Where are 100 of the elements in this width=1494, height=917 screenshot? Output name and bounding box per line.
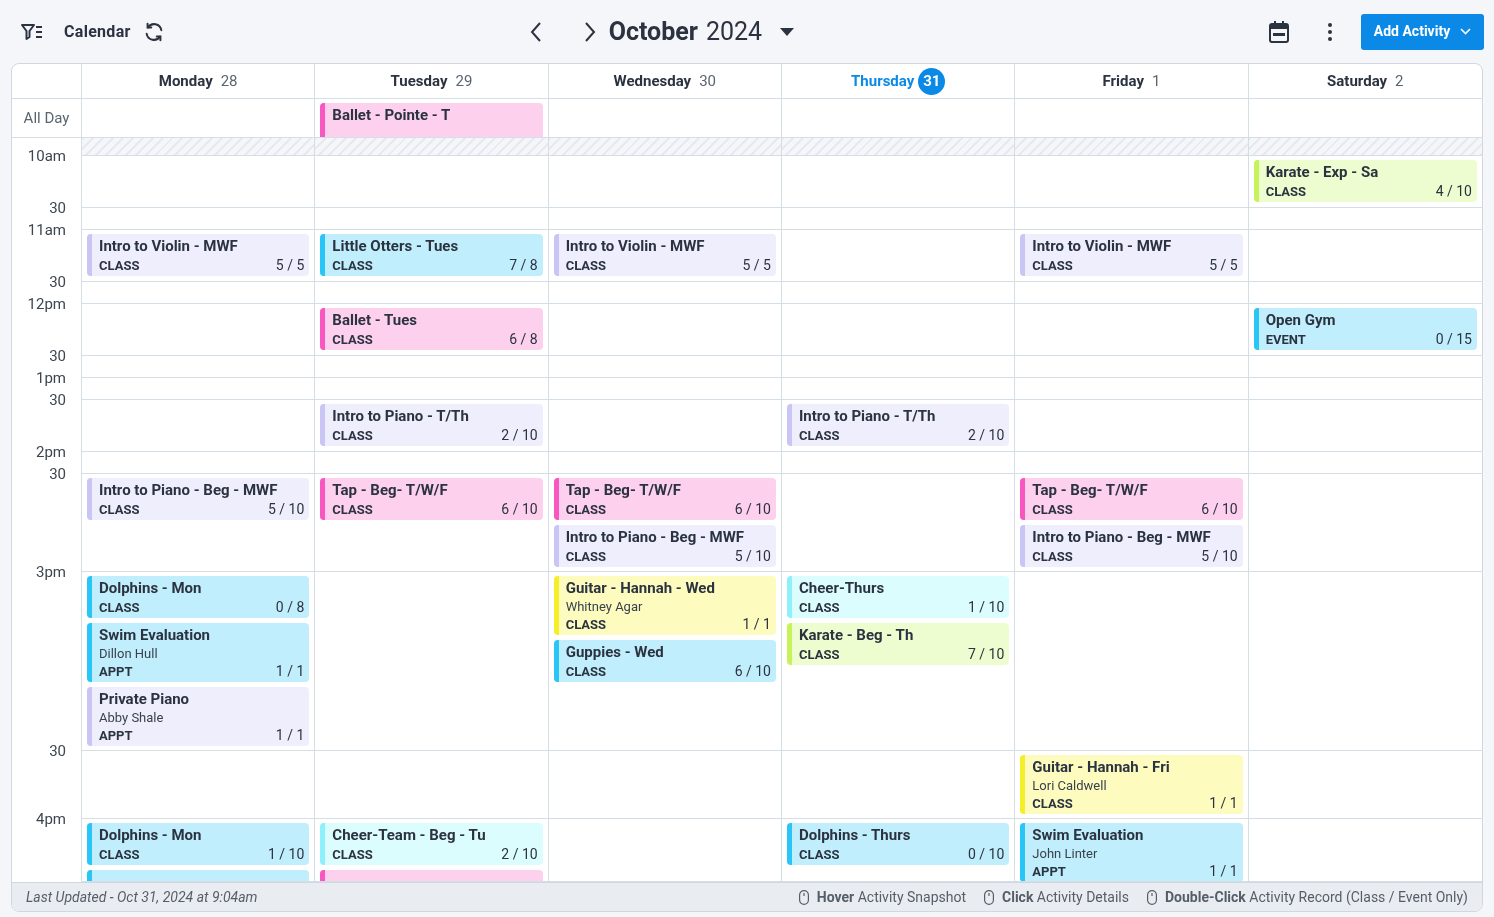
event-card[interactable]: Dolphins - Mon CLASS 0 / 8: [87, 576, 310, 618]
event-title: Guppies - Wed: [565, 642, 665, 662]
enrollment-count: 5 / 10: [1201, 547, 1238, 566]
day-header: Wednesday 30: [548, 64, 782, 99]
time-label: 3pm: [36, 563, 66, 581]
activity-type: CLASS: [332, 257, 373, 275]
event-title: Intro to Piano - T/Th: [332, 406, 470, 426]
event-title: Cheer-Thurs: [799, 578, 886, 598]
activity-type: CLASS: [99, 257, 140, 275]
event-card[interactable]: Dolphins - Thurs CLASS 0 / 10: [787, 823, 1010, 865]
event-title: Tap - Beg- T/W/F: [565, 480, 682, 500]
attendee-name: Dillon Hull: [99, 645, 159, 662]
activity-type: APPT: [99, 727, 133, 745]
hint-text: Hover Activity Snapshot: [816, 887, 966, 907]
event-card[interactable]: Tap - Beg- T/W/F CLASS 6 / 10: [320, 478, 543, 520]
event-card[interactable]: Intro to Piano - Beg - MWF CLASS 5 / 10: [87, 478, 310, 520]
event-card[interactable]: Cheer-Thurs CLASS 1 / 10: [787, 576, 1010, 618]
enrollment-count: 6 / 10: [1201, 500, 1238, 519]
enrollment-count: 0 / 8: [275, 598, 305, 617]
attendee-name: John Linter: [1032, 845, 1099, 862]
event-title: Karate - Beg - Th: [799, 625, 915, 645]
event-title: Intro to Piano - Beg - MWF: [1032, 527, 1212, 547]
activity-type: CLASS: [1265, 183, 1307, 201]
activity-type: CLASS: [1032, 501, 1073, 519]
filter-list-icon[interactable]: [20, 21, 44, 42]
event-card[interactable]: Little Otters - Tues CLASS 7 / 8: [320, 234, 543, 276]
event-card[interactable]: Karate - Beg - Th CLASS 7 / 10: [787, 623, 1010, 665]
activity-type: CLASS: [799, 646, 840, 664]
event-card[interactable]: Intro to Piano - T/Th CLASS 2 / 10: [320, 404, 543, 446]
event-card[interactable]: Ballet - Pointe - T: [320, 103, 543, 137]
month-picker[interactable]: October 2024: [608, 12, 795, 51]
event-card[interactable]: Swim Evaluation Dillon Hull APPT 1 / 1: [87, 623, 310, 682]
activity-type: CLASS: [1032, 795, 1073, 813]
event-title: Little Otters - Tues: [332, 236, 460, 256]
event-card[interactable]: Swim Evaluation John Linter APPT 1 / 1: [1020, 823, 1243, 881]
activity-type: CLASS: [99, 501, 140, 519]
event-title: Dolphins - Mon: [99, 825, 203, 845]
all-day-label: All Day: [23, 107, 70, 129]
activity-type: CLASS: [565, 257, 607, 275]
enrollment-count: 1 / 1: [1209, 862, 1238, 881]
event-card[interactable]: Karate - Exp - Sa CLASS 4 / 10: [1253, 160, 1477, 202]
enrollment-count: 5 / 5: [1209, 256, 1238, 275]
event-title: Ballet - Tues: [332, 310, 418, 330]
time-label: 12pm: [27, 295, 66, 313]
enrollment-count: 6 / 10: [501, 500, 538, 519]
event-title: Guitar - Hannah - Fri: [1032, 757, 1171, 777]
event-card[interactable]: Open Gym EVENT 0 / 15: [1253, 308, 1477, 350]
event-card[interactable]: Intro to Violin - MWF CLASS 5 / 5: [87, 234, 310, 276]
event-card[interactable]: Cheer-Team - Beg - Tu CLASS 2 / 10: [320, 823, 543, 865]
event-title: Karate - Exp - Sa: [1265, 162, 1380, 182]
event-card[interactable]: Tap - Beg- T/W/F CLASS 6 / 10: [553, 478, 776, 520]
activity-type: CLASS: [332, 331, 373, 349]
event-title: Dolphins - Thurs: [799, 825, 912, 845]
event-title: Dolphins - Mon: [99, 578, 203, 598]
attendee-name: Abby Shale: [99, 709, 165, 726]
add-activity-button[interactable]: Add Activity: [1361, 13, 1484, 50]
event-card[interactable]: Guitar - Hannah - Wed Whitney Agar CLASS 1 / 1: [553, 576, 776, 635]
enrollment-count: 1 / 10: [268, 845, 305, 864]
time-label: 2pm: [36, 443, 66, 461]
activity-type: CLASS: [99, 599, 140, 617]
event-card[interactable]: Guitar - Hannah - Fri Lori Caldwell CLASS 1 / 1: [1020, 755, 1243, 814]
event-card[interactable]: Private Piano Abby Shale APPT 1 / 1: [87, 687, 310, 746]
event-card[interactable]: Intro to Violin - MWF CLASS 5 / 5: [1020, 234, 1243, 276]
more-icon[interactable]: [1327, 22, 1333, 41]
enrollment-count: 5 / 10: [268, 500, 305, 519]
activity-type: CLASS: [332, 427, 373, 445]
event-card[interactable]: Ballet - Tues CLASS 6 / 8: [320, 308, 543, 350]
activity-type: CLASS: [799, 599, 840, 617]
enrollment-count: 1 / 1: [1209, 794, 1238, 813]
event-card[interactable]: Intro to Piano - T/Th CLASS 2 / 10: [787, 404, 1010, 446]
event-title: Intro to Violin - MWF: [1032, 236, 1173, 256]
event-card[interactable]: Tap - Beg- T/W/F CLASS 6 / 10: [1020, 478, 1243, 520]
calendar-icon[interactable]: [1269, 20, 1289, 43]
event-card[interactable]: Dolphins - Mon CLASS 1 / 10: [87, 823, 310, 865]
activity-type: CLASS: [565, 548, 607, 566]
time-label: 4pm: [36, 810, 66, 828]
enrollment-count: 4 / 10: [1435, 182, 1472, 201]
event-card[interactable]: Intro to Piano - Beg - MWF CLASS 5 / 10: [1020, 525, 1243, 567]
attendee-name: Whitney Agar: [565, 598, 644, 615]
event-card[interactable]: Intro to Piano - Beg - MWF CLASS 5 / 10: [553, 525, 776, 567]
event-title: Guitar - Hannah - Wed: [565, 578, 716, 598]
attendee-name: Lori Caldwell: [1032, 777, 1108, 794]
chevron-down-icon: [1460, 28, 1472, 35]
mouse-icon: [1147, 889, 1157, 905]
enrollment-count: 2 / 10: [501, 845, 538, 864]
event-card[interactable]: Guppies - Wed CLASS 6 / 10: [553, 640, 776, 682]
activity-type: APPT: [1032, 863, 1066, 881]
event-title: Cheer-Team - Beg - Tu: [332, 825, 487, 845]
enrollment-count: 6 / 8: [509, 330, 538, 349]
enrollment-count: 6 / 10: [734, 500, 771, 519]
enrollment-count: 1 / 1: [275, 662, 305, 681]
event-title: Intro to Piano - Beg - MWF: [99, 480, 279, 500]
event-card[interactable]: Intro to Violin - MWF CLASS 5 / 5: [553, 234, 776, 276]
enrollment-count: 5 / 10: [734, 547, 771, 566]
calendar-title: Calendar: [64, 20, 131, 43]
activity-type: CLASS: [565, 501, 607, 519]
enrollment-count: 7 / 8: [509, 256, 538, 275]
next-icon[interactable]: [582, 20, 597, 43]
event-title: Intro to Piano - Beg - MWF: [565, 527, 746, 547]
previous-icon[interactable]: [528, 20, 543, 43]
